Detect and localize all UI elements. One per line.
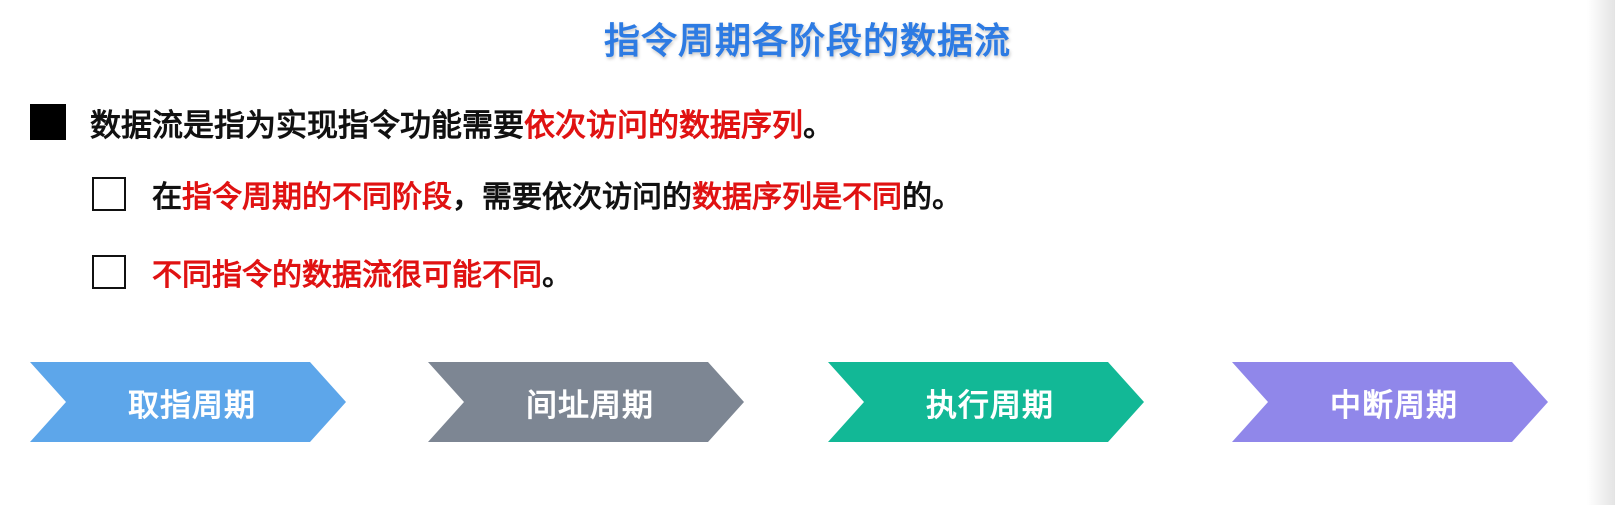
- bullet-main: 数据流是指为实现指令功能需要 依次访问的数据序列。: [30, 100, 834, 144]
- phase-fetch-label: 取指周期: [128, 387, 256, 424]
- sub-bullet-stages: 在指令周期的不同阶段 ，需要依次访问的 数据序列是不同 的。: [92, 172, 962, 216]
- bullet-main-text-2: 。: [803, 107, 834, 144]
- sub-bullet-stages-highlight-1: 指令周期的不同阶段: [182, 180, 452, 215]
- sub-bullet-instructions-text: 。: [542, 258, 572, 293]
- sub-bullet-stages-text-1: 在: [152, 180, 182, 215]
- slide-title: 指令周期各阶段的数据流: [603, 21, 1011, 62]
- sub-bullet-instructions: 不同指令的数据流很可能不同。: [92, 250, 572, 294]
- phase-interrupt-label: 中断周期: [1330, 387, 1458, 424]
- hollow-square-bullet-icon: [92, 177, 126, 211]
- bullet-main-text-1: 数据流是指为实现指令功能需要: [90, 107, 524, 144]
- phase-indirect-chevron: 间址周期: [428, 362, 744, 442]
- phase-execute-chevron: 执行周期: [828, 362, 1144, 442]
- bullet-main-highlight: 依次访问的数据序列: [524, 107, 803, 144]
- slide-edge-shadow: [1587, 0, 1615, 505]
- sub-bullet-stages-text-2: ，需要依次访问的: [452, 180, 692, 215]
- phase-execute-label: 执行周期: [926, 387, 1054, 424]
- phase-interrupt-chevron: 中断周期: [1232, 362, 1548, 442]
- phase-fetch-chevron: 取指周期: [30, 362, 346, 442]
- sub-bullet-stages-text-3: 的。: [902, 180, 962, 215]
- sub-bullet-instructions-highlight: 不同指令的数据流很可能不同: [152, 258, 542, 293]
- sub-bullet-stages-highlight-2: 数据序列是不同: [692, 180, 902, 215]
- filled-square-bullet-icon: [30, 104, 66, 140]
- phase-indirect-label: 间址周期: [526, 387, 654, 424]
- hollow-square-bullet-icon: [92, 255, 126, 289]
